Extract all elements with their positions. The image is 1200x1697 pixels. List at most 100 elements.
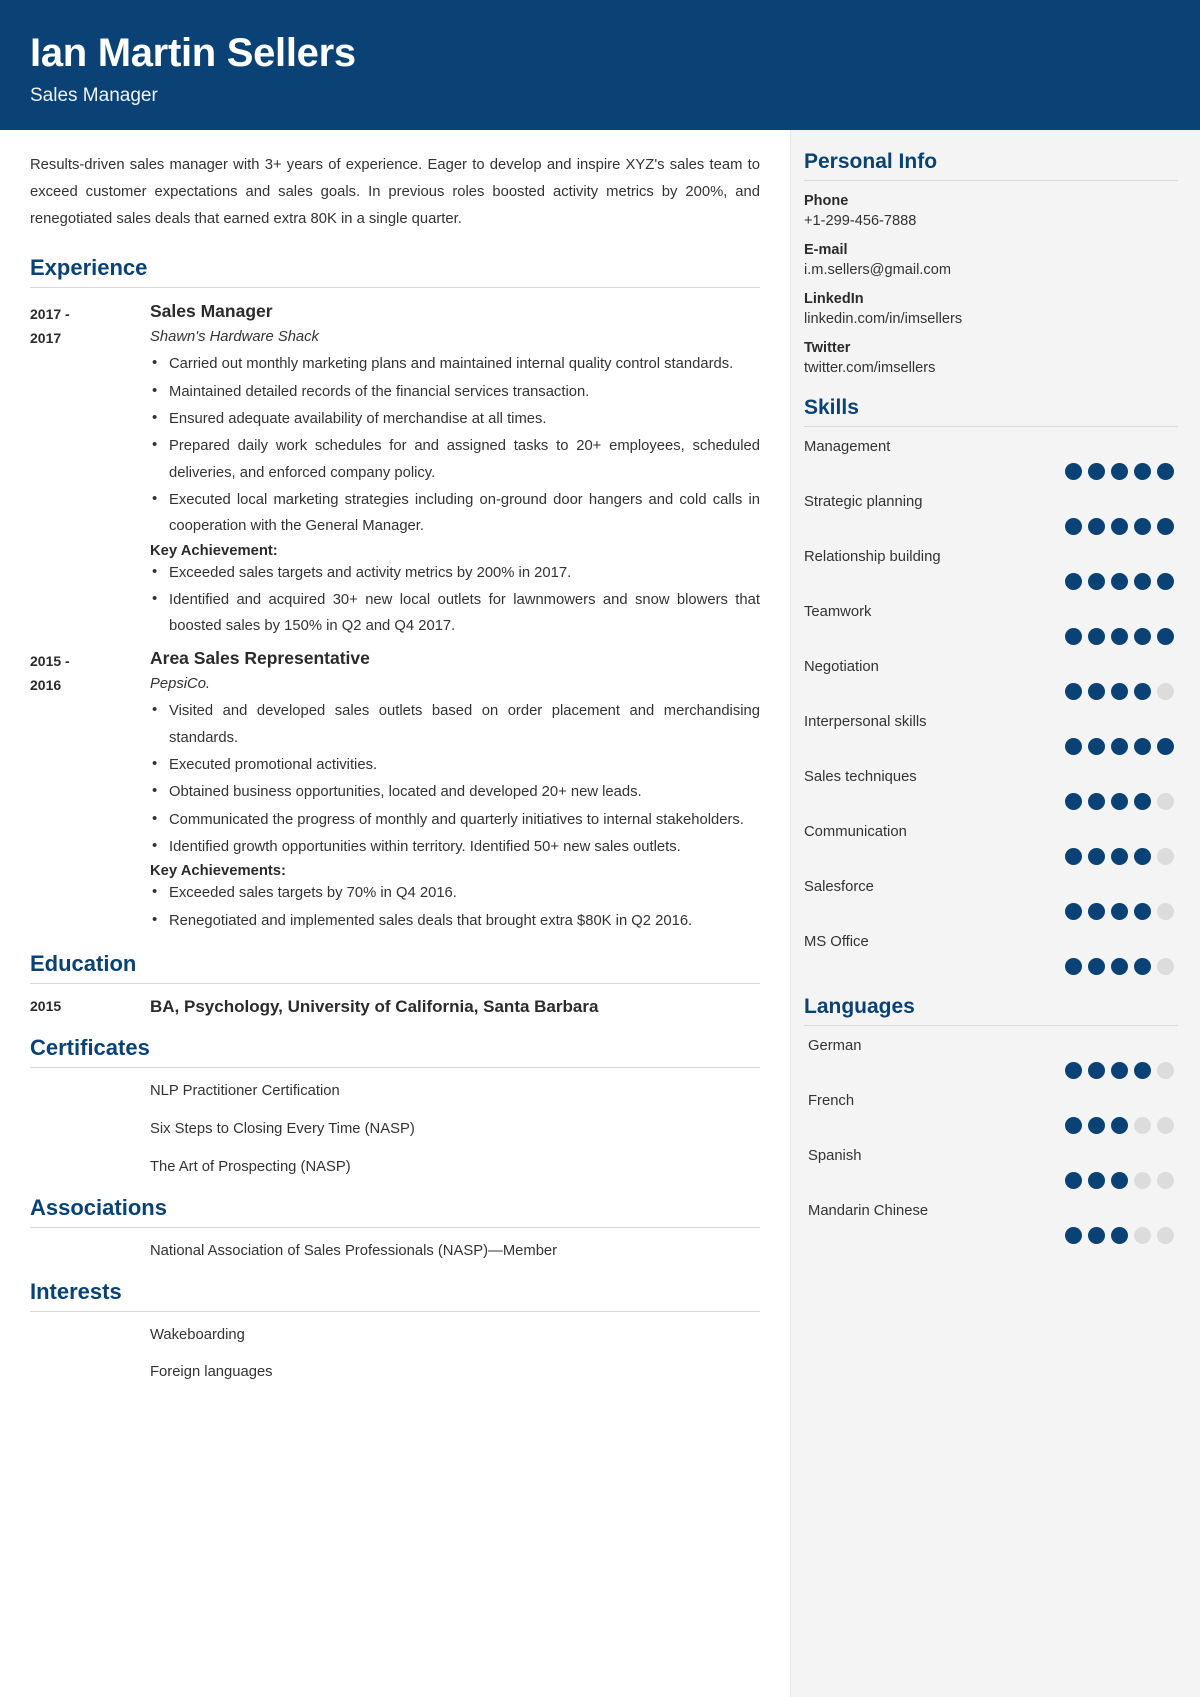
- rating-dot-filled: [1111, 848, 1128, 865]
- rating-dot-filled: [1111, 1062, 1128, 1079]
- rating-dots: [804, 958, 1178, 975]
- contact-label: Phone: [804, 193, 849, 209]
- rating-dot-filled: [1065, 463, 1082, 480]
- rating-dot-filled: [1134, 1062, 1151, 1079]
- contact-label: Twitter: [804, 340, 851, 356]
- rating-dot-filled: [1111, 573, 1128, 590]
- rating-dots: [804, 903, 1178, 920]
- rating-dot-filled: [1088, 903, 1105, 920]
- certificate-item: NLP Practitioner Certification: [150, 1082, 340, 1099]
- rating-dot-filled: [1134, 958, 1151, 975]
- key-achievement-item: Exceeded sales targets by 70% in Q4 2016…: [150, 879, 760, 906]
- associations-heading: Associations: [30, 1195, 760, 1228]
- contact-label: LinkedIn: [804, 291, 864, 307]
- rating-dot-filled: [1157, 573, 1174, 590]
- rating-dot-filled: [1111, 683, 1128, 700]
- personal-info-heading: Personal Info: [804, 150, 1178, 181]
- rating-dots: [804, 1172, 1178, 1189]
- rating-dot-filled: [1065, 848, 1082, 865]
- rating-dot-filled: [1111, 958, 1128, 975]
- rating-dot-empty: [1157, 958, 1174, 975]
- contact-label: E-mail: [804, 242, 848, 258]
- rating-dot-filled: [1088, 1172, 1105, 1189]
- sidebar-column: Personal Info Phone +1-299-456-7888 E-mail…: [790, 130, 1200, 1697]
- rating-dot-empty: [1134, 1172, 1151, 1189]
- contact-value[interactable]: i.m.sellers@gmail.com: [804, 262, 1178, 278]
- experience-bullet: Carried out monthly marketing plans and …: [150, 350, 760, 377]
- rating-dot-filled: [1157, 518, 1174, 535]
- rating-dot-filled: [1088, 958, 1105, 975]
- certificate-item: Six Steps to Closing Every Time (NASP): [150, 1120, 415, 1137]
- candidate-name: Ian Martin Sellers: [30, 31, 356, 75]
- experience-bullet: Visited and developed sales outlets base…: [150, 697, 760, 751]
- rating-dot-empty: [1157, 903, 1174, 920]
- rating-dot-filled: [1134, 628, 1151, 645]
- rating-dot-filled: [1065, 1227, 1082, 1244]
- experience-dates: 2015 -2016: [30, 652, 70, 693]
- rating-dot-filled: [1065, 573, 1082, 590]
- skill-rating-row: Management: [804, 439, 1178, 480]
- experience-dates: 2017 -2017: [30, 305, 70, 346]
- language-label: Mandarin Chinese: [808, 1203, 929, 1219]
- skill-label: MS Office: [804, 934, 869, 950]
- rating-dots: [804, 738, 1178, 755]
- rating-dot-filled: [1088, 628, 1105, 645]
- rating-dot-filled: [1111, 1172, 1128, 1189]
- experience-entry-list: 2017 -2017 Sales Manager Shawn's Hardware …: [30, 300, 760, 935]
- rating-dot-filled: [1111, 793, 1128, 810]
- interests-heading: Interests: [30, 1279, 760, 1312]
- certificates-heading: Certificates: [30, 1035, 760, 1068]
- contact-list: Phone +1-299-456-7888 E-mail i.m.sellers@gm…: [804, 193, 1178, 376]
- key-achievements-label: Key Achievements:: [150, 863, 286, 880]
- rating-dot-empty: [1157, 793, 1174, 810]
- contact-value[interactable]: linkedin.com/in/imsellers: [804, 311, 1178, 327]
- contact-item: LinkedIn linkedin.com/in/imsellers: [804, 291, 1178, 327]
- contact-value[interactable]: twitter.com/imsellers: [804, 360, 1178, 376]
- rating-dots: [804, 518, 1178, 535]
- rating-dot-filled: [1134, 848, 1151, 865]
- rating-dot-filled: [1134, 903, 1151, 920]
- interests-list: Wakeboarding Foreign languages: [30, 1324, 760, 1385]
- contact-value[interactable]: +1-299-456-7888: [804, 213, 1178, 229]
- language-label: German: [808, 1038, 862, 1054]
- rating-dot-filled: [1134, 683, 1151, 700]
- experience-entry: 2017 -2017 Sales Manager Shawn's Hardware …: [30, 300, 760, 641]
- education-section: Education 2015 BA, Psychology, University…: [30, 951, 760, 1019]
- key-achievement-item: Renegotiated and implemented sales deals…: [150, 907, 760, 934]
- rating-dot-filled: [1111, 738, 1128, 755]
- experience-bullet: Obtained business opportunities, located…: [150, 778, 760, 805]
- language-rating-row: Spanish: [804, 1148, 1178, 1189]
- skill-rating-row: Salesforce: [804, 879, 1178, 920]
- rating-dot-empty: [1134, 1117, 1151, 1134]
- languages-section: Languages German French Spanish Mandarin Ch…: [804, 995, 1178, 1244]
- rating-dot-filled: [1065, 903, 1082, 920]
- skill-rating-row: Sales techniques: [804, 769, 1178, 810]
- rating-dot-filled: [1157, 738, 1174, 755]
- language-rating-row: French: [804, 1093, 1178, 1134]
- experience-entry-body: Sales Manager Shawn's Hardware Shack Carri…: [150, 300, 760, 641]
- language-rating-row: German: [804, 1038, 1178, 1079]
- experience-organization: Shawn's Hardware Shack: [150, 329, 319, 346]
- rating-dot-filled: [1088, 1227, 1105, 1244]
- resume-header: Ian Martin Sellers Sales Manager: [0, 0, 1200, 130]
- rating-dot-filled: [1065, 628, 1082, 645]
- skill-label: Negotiation: [804, 659, 879, 675]
- rating-dot-empty: [1157, 1062, 1174, 1079]
- language-label: Spanish: [808, 1148, 862, 1164]
- rating-dot-filled: [1134, 738, 1151, 755]
- skill-rating-row: Strategic planning: [804, 494, 1178, 535]
- key-achievement-item: Identified and acquired 30+ new local ou…: [150, 586, 760, 640]
- rating-dot-filled: [1111, 518, 1128, 535]
- skill-rating-row: Relationship building: [804, 549, 1178, 590]
- skill-label: Interpersonal skills: [804, 714, 927, 730]
- rating-dot-filled: [1088, 738, 1105, 755]
- rating-dot-filled: [1134, 463, 1151, 480]
- contact-item: Phone +1-299-456-7888: [804, 193, 1178, 229]
- rating-dots: [804, 573, 1178, 590]
- rating-dot-filled: [1111, 463, 1128, 480]
- rating-dot-filled: [1088, 573, 1105, 590]
- language-rating-list: German French Spanish Mandarin Chinese: [804, 1038, 1178, 1244]
- interest-item: Wakeboarding: [150, 1326, 245, 1343]
- rating-dot-filled: [1065, 1062, 1082, 1079]
- key-achievement-list: Exceeded sales targets and activity metr…: [150, 559, 760, 640]
